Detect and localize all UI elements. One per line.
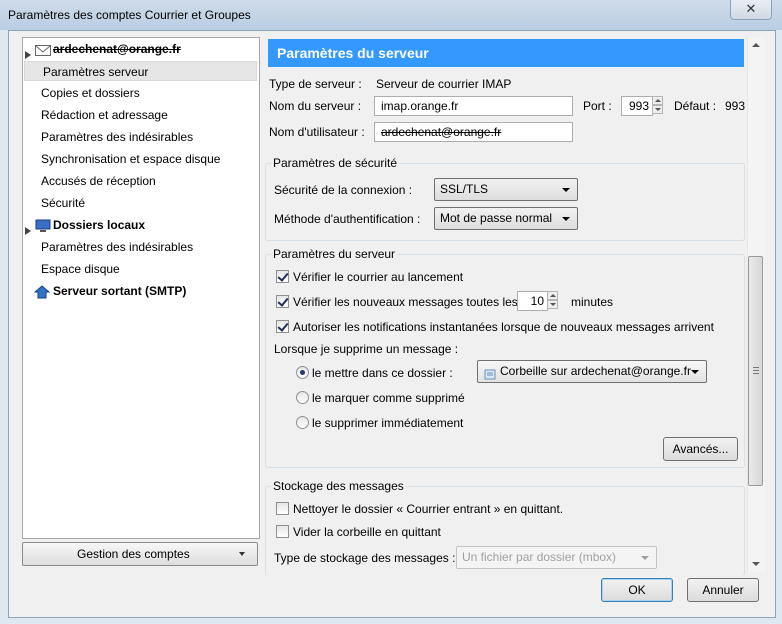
dropdown-arrow-icon	[691, 370, 699, 374]
collapse-icon[interactable]	[25, 221, 31, 235]
scroll-down-icon[interactable]	[752, 562, 760, 566]
storage-group-title: Stockage des messages	[271, 479, 406, 493]
manage-accounts-label: Gestion des comptes	[77, 547, 190, 561]
check-interval-spinner[interactable]	[547, 291, 558, 311]
delete-move-radio[interactable]	[296, 366, 309, 379]
tree-local-folders[interactable]: Dossiers locaux	[23, 215, 257, 235]
tree-outgoing-server[interactable]: Serveur sortant (SMTP)	[23, 281, 257, 301]
scroll-up-icon[interactable]	[752, 43, 760, 47]
collapse-icon[interactable]	[25, 45, 31, 59]
username-value: ardechenat@orange.fr	[381, 125, 502, 139]
connection-security-label: Sécurité de la connexion :	[274, 183, 413, 197]
tree-item-server-settings[interactable]: Paramètres serveur	[24, 61, 257, 81]
delete-mark-radio[interactable]	[296, 391, 309, 404]
tree-item-composition[interactable]: Rédaction et adressage	[23, 105, 257, 125]
port-field[interactable]: 993	[621, 96, 653, 116]
tree-item-label: Accusés de réception	[41, 174, 156, 188]
default-port-value: 993	[725, 99, 746, 113]
tree-item-label: Serveur sortant (SMTP)	[53, 284, 187, 298]
connection-security-select[interactable]: SSL/TLS	[434, 178, 578, 201]
tree-item-junk-settings[interactable]: Paramètres des indésirables	[23, 127, 257, 147]
trash-folder-select[interactable]: Corbeille sur ardechenat@orange.fr	[477, 360, 707, 383]
server-name-label: Nom du serveur :	[269, 99, 362, 113]
connection-security-value: SSL/TLS	[440, 182, 489, 196]
default-port-label: Défaut :	[674, 99, 717, 113]
tree-item-label: Rédaction et adressage	[41, 108, 168, 122]
ok-button[interactable]: OK	[601, 578, 673, 602]
empty-trash-label[interactable]: Vider la corbeille en quittant	[293, 525, 441, 539]
store-type-value: Un fichier par dossier (mbox)	[462, 550, 617, 564]
mail-account-icon	[35, 43, 51, 56]
account-tree[interactable]: ardechenat@orange.fr Paramètres serveur …	[22, 37, 260, 539]
tree-item-label: Paramètres serveur	[43, 65, 149, 79]
security-group-title: Paramètres de sécurité	[271, 156, 400, 170]
tree-account-orange[interactable]: ardechenat@orange.fr	[23, 39, 257, 59]
check-at-startup-checkbox[interactable]	[276, 270, 289, 283]
tree-item-label: Paramètres des indésirables	[41, 130, 194, 144]
tree-item-sync-disk[interactable]: Synchronisation et espace disque	[23, 149, 257, 169]
server-type-label: Type de serveur :	[269, 77, 362, 91]
tree-item-label: Dossiers locaux	[53, 218, 146, 232]
tree-item-label: Paramètres des indésirables	[41, 240, 194, 254]
allow-push-checkbox[interactable]	[276, 320, 289, 333]
close-button[interactable]: ✕	[730, 0, 772, 20]
port-spinner[interactable]	[652, 96, 663, 116]
clean-inbox-label[interactable]: Nettoyer le dossier « Courrier entrant »…	[293, 502, 563, 516]
trash-folder-icon	[484, 366, 496, 380]
tree-item-label: ardechenat@orange.fr	[53, 42, 181, 56]
delete-move-label[interactable]: le mettre dans ce dossier :	[312, 366, 453, 380]
tree-item-label: Synchronisation et espace disque	[41, 152, 221, 166]
check-interval-unit: minutes	[571, 295, 614, 309]
tree-item-label: Espace disque	[41, 262, 120, 276]
check-every-checkbox[interactable]	[276, 295, 289, 308]
server-type-value: Serveur de courrier IMAP	[376, 77, 512, 91]
computer-icon	[35, 219, 51, 232]
store-type-label: Type de stockage des messages :	[274, 551, 456, 565]
port-label: Port :	[583, 99, 612, 113]
outgoing-server-icon	[33, 285, 51, 299]
title-bar: Paramètres des comptes Courrier et Group…	[0, 0, 782, 30]
username-field[interactable]: ardechenat@orange.fr	[374, 122, 573, 142]
manage-accounts-button[interactable]: Gestion des comptes	[22, 542, 258, 566]
delete-immediately-radio[interactable]	[296, 416, 309, 429]
clean-inbox-checkbox[interactable]	[276, 502, 289, 515]
server-name-field[interactable]: imap.orange.fr	[374, 96, 573, 116]
on-delete-label: Lorsque je supprime un message :	[274, 342, 459, 356]
dropdown-arrow-icon	[239, 552, 245, 556]
tree-item-security[interactable]: Sécurité	[23, 193, 257, 213]
dropdown-arrow-icon	[562, 188, 570, 192]
auth-method-label: Méthode d'authentification :	[274, 212, 421, 226]
scrollbar-thumb[interactable]	[748, 256, 763, 486]
trash-folder-value: Corbeille sur ardechenat@orange.fr	[500, 364, 691, 378]
username-label: Nom d'utilisateur :	[269, 125, 365, 139]
cancel-button[interactable]: Annuler	[687, 578, 759, 602]
panel-header: Paramètres du serveur	[268, 39, 744, 67]
store-type-select: Un fichier par dossier (mbox)	[456, 546, 657, 569]
tree-item-local-junk[interactable]: Paramètres des indésirables	[23, 237, 257, 257]
background-ghost-text: Modèle à la Une	[442, 10, 523, 22]
close-icon: ✕	[745, 1, 757, 16]
tree-item-disk-space[interactable]: Espace disque	[23, 259, 257, 279]
dropdown-arrow-icon	[641, 556, 649, 560]
tree-item-receipts[interactable]: Accusés de réception	[23, 171, 257, 191]
server-settings-group-title: Paramètres du serveur	[271, 247, 398, 261]
background-ghost-text: à l'ont pas bien signé	[262, 10, 366, 22]
check-interval-field[interactable]: 10	[517, 291, 548, 311]
auth-method-select[interactable]: Mot de passe normal	[434, 207, 578, 230]
tree-item-label: Copies et dossiers	[41, 86, 140, 100]
delete-immediately-label[interactable]: le supprimer immédiatement	[312, 416, 463, 430]
check-every-label[interactable]: Vérifier les nouveaux messages toutes le…	[293, 295, 518, 309]
delete-mark-label[interactable]: le marquer comme supprimé	[312, 391, 465, 405]
check-at-startup-label[interactable]: Vérifier le courrier au lancement	[293, 270, 463, 284]
window-title: Paramètres des comptes Courrier et Group…	[8, 8, 251, 22]
panel-title: Paramètres du serveur	[277, 45, 429, 61]
allow-push-label[interactable]: Autoriser les notifications instantanées…	[293, 320, 714, 334]
dropdown-arrow-icon	[562, 217, 570, 221]
auth-method-value: Mot de passe normal	[440, 211, 553, 225]
tree-item-copies-folders[interactable]: Copies et dossiers	[23, 83, 257, 103]
empty-trash-checkbox[interactable]	[276, 525, 289, 538]
tree-item-label: Sécurité	[41, 196, 86, 210]
advanced-button[interactable]: Avancés...	[663, 437, 738, 461]
